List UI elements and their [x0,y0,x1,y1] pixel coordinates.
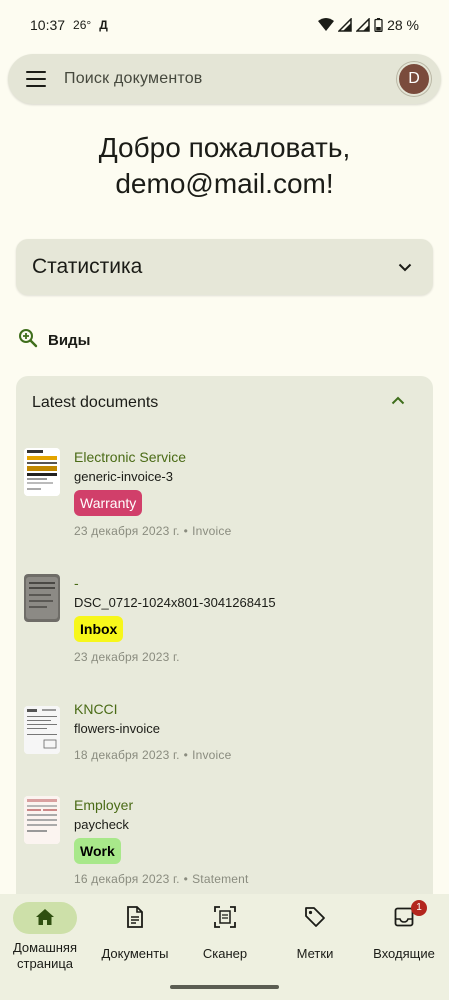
tag-icon [304,906,326,931]
status-indicator: Д [99,18,108,32]
nav-documents-label: Документы [101,946,169,961]
chevron-down-icon[interactable] [393,255,417,279]
document-title: paycheck [74,817,129,832]
inbox-badge: 1 [411,900,427,916]
tag-badge[interactable]: Inbox [74,616,124,642]
statistics-title: Статистика [32,255,143,278]
nav-scanner[interactable]: Сканер [180,902,270,962]
document-icon [126,905,144,931]
search-input[interactable]: Поиск документов [64,70,203,88]
views-button[interactable]: Виды [18,328,90,353]
avatar[interactable]: D [397,62,431,96]
latest-documents-title: Latest documents [32,394,159,411]
document-correspondent: Electronic Service [74,449,187,465]
welcome-user-email: demo@mail.com! [115,168,334,199]
nav-documents[interactable]: Документы [90,902,180,962]
nav-scanner-label: Сканер [202,946,248,961]
document-title: generic-invoice-3 [74,469,173,484]
document-meta: 23 декабря 2023 г. • Invoice [74,524,232,538]
gesture-handle [170,985,279,989]
document-type: Invoice [192,524,232,538]
welcome-heading: Добро пожаловать, demo@mail.com! [0,130,449,202]
document-date: 16 декабря 2023 г. [74,872,180,886]
document-thumbnail [24,796,60,844]
document-correspondent: Employer [74,797,134,813]
document-thumbnail [24,706,60,754]
nav-home-label: Домашняя страница [12,940,78,971]
document-meta: 23 декабря 2023 г. [74,650,276,664]
signal-icon-2 [356,18,370,32]
signal-icon [338,18,352,32]
battery-icon [374,18,383,32]
document-correspondent: KNCCI [74,701,118,717]
document-title: flowers-invoice [74,721,160,736]
statistics-panel[interactable]: Статистика [16,239,433,295]
views-label: Виды [48,332,91,349]
scanner-icon [214,905,236,931]
menu-icon[interactable] [26,71,46,87]
battery-percent: 28 % [387,17,419,33]
status-temperature: 26° [73,18,92,32]
document-thumbnail [24,448,60,496]
home-icon [35,908,55,929]
latest-documents-panel: Latest documents Electronic Service gene… [16,376,433,916]
document-date: 18 декабря 2023 г. [74,748,180,762]
nav-home[interactable]: Домашняя страница [0,902,90,972]
search-bar[interactable]: Поиск документов D [8,54,441,104]
document-title: DSC_0712-1024x801-3041268415 [74,595,276,610]
nav-inbox[interactable]: 1 Входящие [359,900,449,962]
tag-badge[interactable]: Warranty [74,490,143,516]
document-meta: 18 декабря 2023 г. • Invoice [74,748,232,762]
document-date: 23 декабря 2023 г. [74,650,180,664]
nav-labels[interactable]: Метки [270,902,360,962]
welcome-line-1: Добро пожаловать, [98,132,351,163]
nav-labels-label: Метки [296,946,334,961]
document-thumbnail [24,574,60,622]
status-bar: 10:37 26° Д 28 % [0,0,449,50]
status-time: 10:37 [30,17,66,33]
document-type: Invoice [192,748,232,762]
zoom-in-icon [18,328,38,353]
tag-badge[interactable]: Work [74,838,121,864]
document-correspondent: - [74,575,79,591]
wifi-icon [318,18,335,32]
document-date: 23 декабря 2023 г. [74,524,180,538]
document-type: Statement [192,872,249,886]
nav-inbox-label: Входящие [373,946,435,961]
document-meta: 16 декабря 2023 г. • Statement [74,872,249,886]
chevron-up-icon[interactable] [391,392,405,410]
